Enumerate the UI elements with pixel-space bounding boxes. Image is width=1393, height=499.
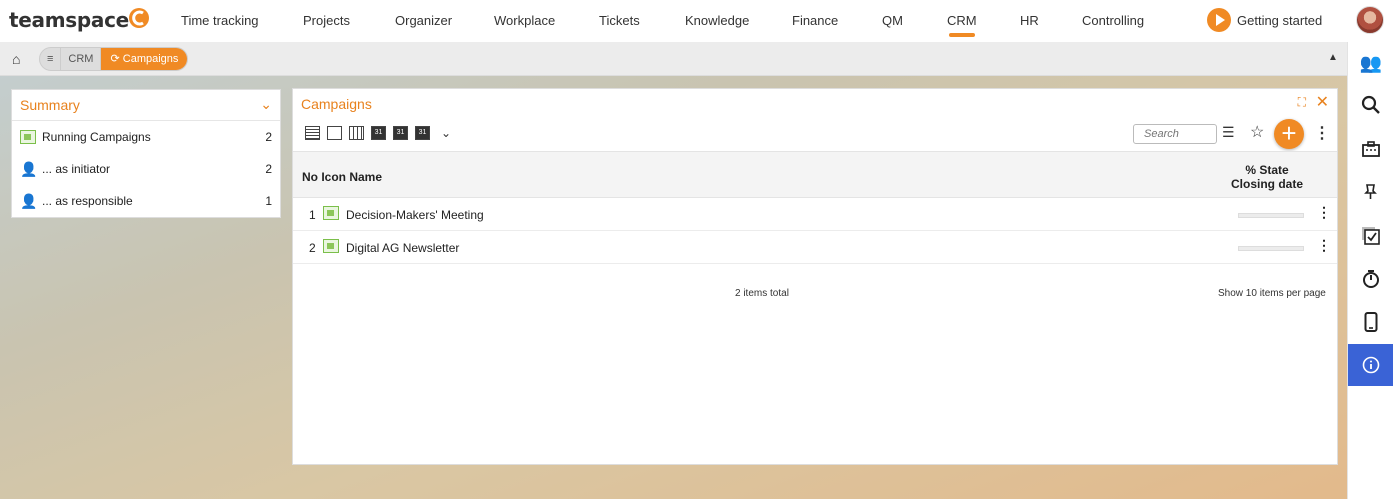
items-per-page-prefix: Show bbox=[1218, 288, 1244, 299]
filter-icon[interactable]: ☰ bbox=[1222, 124, 1235, 141]
row-menu-icon[interactable]: ⋮ bbox=[1317, 204, 1331, 221]
person-icon: 👤 bbox=[20, 193, 38, 209]
calendar-week-icon[interactable]: 31 bbox=[393, 126, 408, 140]
summary-row-count: 1 bbox=[265, 194, 272, 208]
pin-icon[interactable] bbox=[1348, 171, 1393, 213]
row-menu-icon[interactable]: ⋮ bbox=[1317, 237, 1331, 254]
column-header-state-closing[interactable]: % State Closing date bbox=[1230, 163, 1304, 191]
top-navigation: teamspace Time tracking Projects Organiz… bbox=[0, 0, 1393, 42]
play-icon bbox=[1207, 8, 1231, 32]
table-row[interactable]: 1 Decision-Makers' Meeting ⋮ bbox=[293, 198, 1337, 231]
search-view-icon[interactable] bbox=[327, 126, 342, 140]
search-icon[interactable] bbox=[1348, 84, 1393, 126]
column-header-closing-date: Closing date bbox=[1230, 177, 1303, 191]
logo-mark-icon bbox=[129, 8, 149, 28]
summary-title: Summary bbox=[20, 97, 80, 113]
nav-item-knowledge[interactable]: Knowledge bbox=[685, 13, 749, 28]
getting-started-button[interactable]: Getting started bbox=[1207, 8, 1322, 32]
search-input[interactable] bbox=[1133, 124, 1217, 144]
home-icon[interactable]: ⌂ bbox=[12, 51, 20, 67]
campaigns-panel: Campaigns ⛶ ✕ 31 31 31 ⌄ ☰ ☆ + ⋮ No Icon… bbox=[292, 88, 1338, 465]
table-header: No Icon Name % State Closing date bbox=[293, 151, 1337, 198]
summary-row-label: ... as responsible bbox=[42, 194, 133, 208]
summary-header[interactable]: Summary ⌄ bbox=[12, 90, 280, 121]
nav-item-controlling[interactable]: Controlling bbox=[1082, 13, 1144, 28]
breadcrumb-bar: ⌂ ≡ CRM ⟳ Campaigns ▲ bbox=[0, 42, 1347, 76]
user-avatar[interactable] bbox=[1356, 6, 1384, 34]
inbox-icon[interactable] bbox=[1348, 128, 1393, 170]
summary-row-label: Running Campaigns bbox=[42, 130, 151, 144]
campaign-icon bbox=[323, 239, 339, 253]
mobile-icon[interactable] bbox=[1348, 301, 1393, 343]
contacts-icon[interactable]: 👥 bbox=[1348, 42, 1393, 84]
breadcrumb-campaigns[interactable]: ⟳ Campaigns bbox=[101, 48, 188, 70]
collapse-up-icon[interactable]: ▲ bbox=[1328, 52, 1338, 63]
summary-row-running-campaigns[interactable]: Running Campaigns 2 bbox=[12, 121, 280, 153]
breadcrumb: ≡ CRM ⟳ Campaigns bbox=[39, 47, 189, 71]
view-toolbar: 31 31 31 ⌄ bbox=[305, 126, 451, 140]
campaign-icon bbox=[20, 130, 36, 144]
app-logo[interactable]: teamspace bbox=[9, 8, 129, 32]
nav-item-projects[interactable]: Projects bbox=[303, 13, 350, 28]
list-view-icon[interactable] bbox=[305, 126, 320, 140]
summary-row-label: ... as initiator bbox=[42, 162, 111, 176]
breadcrumb-campaigns-label: Campaigns bbox=[122, 53, 179, 65]
nav-item-time-tracking[interactable]: Time tracking bbox=[181, 13, 259, 28]
info-icon[interactable] bbox=[1348, 344, 1393, 386]
summary-row-initiator[interactable]: 👤 ... as initiator 2 bbox=[12, 153, 280, 185]
summary-panel: Summary ⌄ Running Campaigns 2 👤 ... as i… bbox=[11, 89, 281, 218]
calendar-day-icon[interactable]: 31 bbox=[371, 126, 386, 140]
timer-icon[interactable] bbox=[1348, 258, 1393, 300]
column-header-state: % State bbox=[1245, 163, 1289, 177]
nav-item-organizer[interactable]: Organizer bbox=[395, 13, 452, 28]
items-total: 2 items total bbox=[735, 288, 789, 299]
table-row[interactable]: 2 Digital AG Newsletter ⋮ bbox=[293, 231, 1337, 264]
nav-item-workplace[interactable]: Workplace bbox=[494, 13, 555, 28]
nav-item-qm[interactable]: QM bbox=[882, 13, 903, 28]
campaign-icon bbox=[323, 206, 339, 220]
column-header-no-icon-name[interactable]: No Icon Name bbox=[302, 170, 382, 184]
nav-item-finance[interactable]: Finance bbox=[792, 13, 838, 28]
summary-row-count: 2 bbox=[265, 130, 272, 144]
breadcrumb-crm[interactable]: CRM bbox=[61, 48, 102, 70]
state-progress-bar bbox=[1238, 213, 1304, 218]
add-button[interactable]: + bbox=[1274, 119, 1304, 149]
more-options-icon[interactable]: ⋮ bbox=[1314, 123, 1330, 143]
items-per-page[interactable]: Show 10 items per page bbox=[1218, 288, 1326, 299]
chevron-down-icon[interactable]: ⌄ bbox=[260, 96, 272, 113]
grid-view-icon[interactable] bbox=[349, 126, 364, 140]
getting-started-label: Getting started bbox=[1237, 12, 1323, 28]
items-per-page-count[interactable]: 10 bbox=[1246, 288, 1257, 299]
row-number: 1 bbox=[309, 208, 316, 222]
close-icon[interactable]: ✕ bbox=[1316, 92, 1329, 112]
breadcrumb-menu-icon[interactable]: ≡ bbox=[40, 48, 62, 70]
expand-icon[interactable]: ⛶ bbox=[1298, 95, 1306, 110]
person-icon: 👤 bbox=[20, 161, 38, 177]
summary-row-count: 2 bbox=[265, 162, 272, 176]
chevron-down-icon[interactable]: ⌄ bbox=[441, 126, 451, 140]
nav-item-crm[interactable]: CRM bbox=[947, 13, 977, 28]
row-number: 2 bbox=[309, 241, 316, 255]
calendar-month-icon[interactable]: 31 bbox=[415, 126, 430, 140]
right-sidebar: 👥 bbox=[1347, 42, 1393, 499]
nav-item-tickets[interactable]: Tickets bbox=[599, 13, 640, 28]
nav-item-hr[interactable]: HR bbox=[1020, 13, 1039, 28]
star-icon[interactable]: ☆ bbox=[1250, 122, 1264, 142]
row-name[interactable]: Digital AG Newsletter bbox=[346, 241, 459, 255]
items-per-page-suffix: items per page bbox=[1259, 288, 1326, 299]
tasks-icon[interactable] bbox=[1348, 215, 1393, 257]
row-name[interactable]: Decision-Makers' Meeting bbox=[346, 208, 484, 222]
state-progress-bar bbox=[1238, 246, 1304, 251]
panel-title: Campaigns bbox=[301, 96, 372, 112]
summary-row-responsible[interactable]: 👤 ... as responsible 1 bbox=[12, 185, 280, 217]
